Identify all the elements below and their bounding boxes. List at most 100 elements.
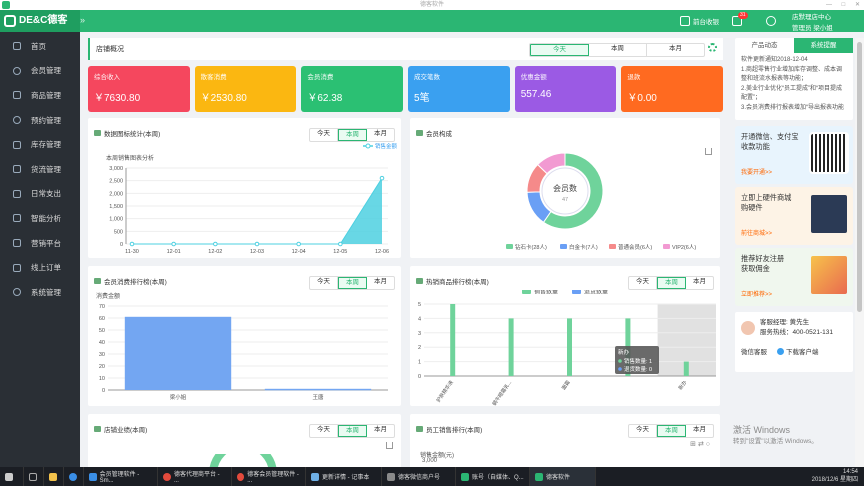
taskbar-app[interactable]: 会员管理软件 - Sm... [84,467,158,486]
sidebar-item-logistics[interactable]: 货流管理 [0,157,80,182]
news-line: 3.会员消费排行报表增加“导出报表功能 [741,104,845,111]
legend-label: 销售数量 [534,290,558,296]
windows-taskbar: 会员管理软件 - Sm... 德客代理商平台 - ... 德客会员管理软件 - … [0,467,864,486]
y-tick-label: 1,000 [109,217,123,223]
stat-card-refund[interactable]: 退款 ￥0.00 [621,66,723,112]
minimize-button[interactable]: — [826,2,832,8]
taskbar-app[interactable]: 账号（自媒体、Q... [456,467,530,486]
promo-hardware-mall[interactable]: 立即上硬件商城 购硬件 前往商城>> [735,187,853,245]
y-tick-label: 2,000 [109,191,123,197]
contact-box: 客服经理: 黄先生 服务热线：400-0521-131 微信客服 下载客户端 [735,312,853,372]
legend-swatch [663,244,670,249]
support-button[interactable] [766,10,776,32]
sidebar-item-system[interactable]: 系统管理 [0,280,80,305]
sidebar-item-members[interactable]: 会员管理 [0,59,80,84]
user-name: 管理员 梁小姐 [792,24,833,32]
stat-card-total-income[interactable]: 综合收入 ￥7630.80 [88,66,190,112]
x-tick-label: 新办 [677,379,688,391]
tab-product-news[interactable]: 产品动态 [735,38,794,53]
task-view-button[interactable] [24,467,44,486]
tab-month[interactable]: 本月 [647,44,704,56]
tab-system-reminder[interactable]: 系统提醒 [794,38,853,53]
x-tick-label: 面霜 [561,380,572,392]
windows-icon [5,472,13,481]
sidebar-item-marketing[interactable]: 营销平台 [0,231,80,256]
tab-today[interactable]: 今天 [310,425,338,437]
page-scrollbar[interactable] [855,38,864,472]
sidebar-item-inventory[interactable]: 库存管理 [0,132,80,157]
sidebar-item-home[interactable]: 首页 [0,34,80,59]
x-tick-label: 王唐 [312,393,324,401]
taskbar-app-active[interactable]: 德客软件 [530,467,596,486]
tab-today[interactable]: 今天 [530,44,589,56]
layers-icon [13,140,21,149]
front-cashier-button[interactable]: 前台收银 [680,10,719,32]
promo-link[interactable]: 立即推荐>> [741,290,772,300]
sidebar-item-booking[interactable]: 预约管理 [0,108,80,133]
series-line [132,177,383,245]
taskbar-app[interactable]: 德客微信商户号 [382,467,456,486]
download-icon[interactable] [386,442,393,449]
legend-label: VIP2(6人) [672,244,696,251]
messages-button[interactable]: 31 [732,10,748,32]
maximize-button[interactable]: □ [842,2,846,8]
promo-link[interactable]: 我要开通>> [741,168,772,178]
tab-week[interactable]: 本周 [657,277,686,289]
taskbar-app[interactable]: 德客会员管理软件 - ... [232,467,306,486]
app-icon [535,472,543,481]
tab-today[interactable]: 今天 [629,425,657,437]
sidebar-item-label: 货流管理 [31,164,61,174]
close-button[interactable]: ✕ [855,2,860,8]
stat-label: 成交笔数 [414,74,441,81]
sidebar-item-goods[interactable]: 商品管理 [0,83,80,108]
tab-today[interactable]: 今天 [629,277,657,289]
taskbar-app[interactable]: 更新详情 - 记事本 [306,467,382,486]
tab-month[interactable]: 本月 [686,425,713,437]
window-title: 德客软件 [419,2,444,8]
stat-label: 散客消费 [200,74,227,81]
tab-today[interactable]: 今天 [310,277,338,289]
settings-gear-icon[interactable] [708,43,717,52]
member-rank-panel: 会员消费排行榜(本周) 今天 本周 本月 消费金额 0 10 20 30 40 50 60 70… [88,266,401,406]
promo-link[interactable]: 前往商城>> [741,229,772,239]
stat-card-deals[interactable]: 成交笔数 5笔 [408,66,510,112]
right-column: 产品动态 系统提醒 软件更新通知2018-12-04 1.商超零售行业增加库存调… [735,38,853,472]
tab-week[interactable]: 本周 [657,425,686,437]
sidebar-item-online-orders[interactable]: 线上订单 [0,255,80,280]
brand-name: DE&C德客 [19,15,68,26]
download-icon [777,347,784,355]
double-chevron-right-icon[interactable]: » [80,15,85,25]
bar [508,318,514,376]
user-menu[interactable]: 店默理店中心 管理员 梁小姐 [792,10,833,32]
sales-area-chart: 本周销售图表分析 销售金额 0 500 1,000 1,500 2,000 2,500 3,00… [106,142,398,255]
tab-week[interactable]: 本周 [338,277,367,289]
y-axis-label: 消费金额 [96,292,120,300]
promo-referral[interactable]: 推荐好友注册 获取佣金 立即推荐>> [735,248,853,306]
sidebar-item-analysis[interactable]: 智能分析 [0,206,80,231]
main-content: 店铺概况 今天 本周 本月 综合收入 ￥7630.80 散客消费 ￥2530.80 … [88,38,723,472]
clock-icon [13,116,21,125]
stat-card-member-spend[interactable]: 会员消费 ￥62.38 [301,66,404,112]
tab-week[interactable]: 本周 [338,425,367,437]
hot-goods-bar-chart: 销售数量 退货数量012345护肤精华液 蜗牛眼霜乳... 面霜 新办新办销售数量: 1… [418,290,716,406]
sidebar-item-label: 日常支出 [31,189,61,199]
stat-card-discount[interactable]: 优惠金额 557.46 [514,66,617,112]
tab-week[interactable]: 本周 [589,44,647,56]
promo-wechat-pay[interactable]: 开通微信、支付宝 收款功能 我要开通>> [735,126,853,184]
taskbar-app[interactable]: 德客代理商平台 - ... [158,467,232,486]
download-client-button[interactable]: 下载客户端 [777,346,819,356]
system-clock[interactable]: 14:54 2018/12/6 星期四 [812,468,858,484]
tab-month[interactable]: 本月 [686,277,713,289]
sidebar-item-expenses[interactable]: 日常支出 [0,182,80,207]
start-button[interactable] [0,467,24,486]
ie-button[interactable] [64,467,84,486]
sidebar-item-label: 首页 [31,41,46,51]
scrollbar-thumb[interactable] [857,42,862,312]
tab-month[interactable]: 本月 [367,277,394,289]
explorer-button[interactable] [44,467,64,486]
wechat-service-link[interactable]: 微信客服 [741,346,767,356]
tab-month[interactable]: 本月 [367,425,394,437]
stat-card-walkin[interactable]: 散客消费 ￥2530.80 [194,66,297,112]
news-title[interactable]: 软件更新通知2018-12-04 [741,56,847,66]
chart-tools-icon[interactable]: ⊞ ⇄ ○ [690,440,710,448]
